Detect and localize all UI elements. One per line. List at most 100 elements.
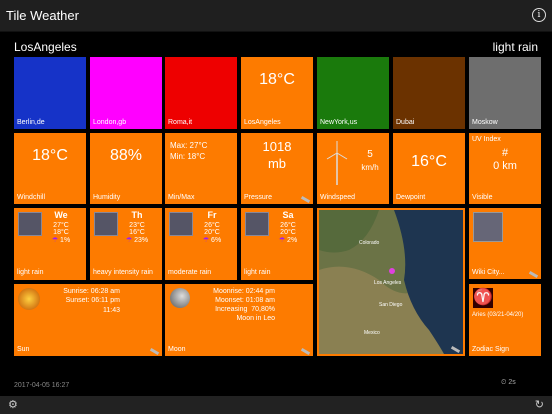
- edit-icon[interactable]: [528, 270, 539, 279]
- forecast-day: Sa: [282, 210, 294, 220]
- info-icon[interactable]: i: [532, 8, 546, 22]
- sunrise: Sunrise: 06:28 am: [63, 288, 120, 295]
- forecast-tile[interactable]: Sa 26°C 20°C ☂ 2% light rain: [241, 208, 313, 280]
- wind-tile[interactable]: 5 km/h Windspeed: [317, 133, 389, 204]
- city-label: NewYork,us: [320, 119, 358, 126]
- city-tile[interactable]: NewYork,us: [317, 57, 389, 129]
- edit-icon[interactable]: [149, 347, 160, 356]
- timer-value: 2s: [508, 379, 516, 386]
- aries-icon: ♈: [473, 288, 493, 308]
- map-tile[interactable]: Colorado Los Angeles San Diego Mexico: [317, 208, 465, 356]
- forecast-label: light rain: [17, 269, 44, 276]
- weather-icon: [245, 212, 269, 236]
- forecast-low: 20°C: [204, 229, 220, 236]
- forecast-high: 23°C: [129, 222, 145, 229]
- city-temp: 18°C: [259, 71, 295, 88]
- city-tile[interactable]: Dubai: [393, 57, 465, 129]
- forecast-label: light rain: [244, 269, 271, 276]
- timer-icon[interactable]: ⏲ 2s: [501, 379, 516, 387]
- forecast-high: 26°C: [280, 222, 296, 229]
- wind-value: 5: [367, 149, 373, 160]
- umbrella-icon: ☂: [278, 237, 286, 244]
- forecast-rain-value: 2%: [287, 237, 298, 244]
- title-bar: Tile Weather i: [0, 0, 552, 32]
- weather-icon: [94, 212, 118, 236]
- forecast-rain: ☂ 6%: [199, 236, 225, 244]
- edit-icon[interactable]: [300, 195, 311, 204]
- dewpoint-label: Dewpoint: [396, 194, 426, 201]
- forecast-low: 16°C: [129, 229, 145, 236]
- forecast-low: 20°C: [280, 229, 296, 236]
- forecast-label: moderate rain: [168, 269, 212, 276]
- last-updated: 2017-04-05 16:27: [14, 382, 70, 389]
- humidity-label: Humidity: [93, 194, 121, 201]
- city-tile[interactable]: Moskow: [469, 57, 541, 129]
- moon-icon: [170, 288, 190, 308]
- forecast-rain: ☂ 2%: [275, 236, 301, 244]
- forecast-high: 27°C: [53, 222, 69, 229]
- moon-trend: Increasing: [215, 306, 248, 313]
- weather-icon: [169, 212, 193, 236]
- app-title: Tile Weather: [6, 8, 79, 23]
- map-place-label: Mexico: [364, 330, 380, 336]
- minmax-label: Min/Max: [168, 194, 195, 201]
- pressure-value: 1018: [262, 139, 292, 154]
- forecast-day: We: [54, 210, 68, 220]
- moon-tile[interactable]: Moonrise: 02:44 pm Moonset: 01:08 am Inc…: [165, 284, 313, 356]
- wind-label: Windspeed: [320, 194, 356, 201]
- map-place-label: Los Angeles: [374, 280, 402, 286]
- forecast-rain-value: 1%: [60, 237, 71, 244]
- dewpoint-value: 16°C: [411, 153, 447, 170]
- forecast-rain-value: 23%: [134, 237, 149, 244]
- zodiac-label: Zodiac Sign: [472, 346, 509, 353]
- edit-icon[interactable]: [300, 347, 311, 356]
- humidity-tile[interactable]: 88% Humidity: [90, 133, 162, 204]
- dewpoint-tile[interactable]: 16°C Dewpoint: [393, 133, 465, 204]
- pressure-tile[interactable]: 1018 mb Pressure: [241, 133, 313, 204]
- visible-value: 0 km: [493, 160, 517, 172]
- forecast-tile[interactable]: Fr 26°C 20°C ☂ 6% moderate rain: [165, 208, 237, 280]
- city-label: London,gb: [93, 119, 127, 126]
- forecast-tile[interactable]: Th 23°C 16°C ☂ 23% heavy intensity rain: [90, 208, 162, 280]
- windchill-tile[interactable]: 18°C Windchill: [14, 133, 86, 204]
- forecast-label: heavy intensity rain: [93, 269, 153, 276]
- settings-icon[interactable]: ⚙: [8, 398, 18, 411]
- moonrise: Moonrise: 02:44 pm: [213, 288, 275, 295]
- location-pin-icon: [389, 268, 395, 274]
- min-temp: Min: 18°C: [170, 152, 206, 161]
- visible-label: Visible: [472, 194, 493, 201]
- forecast-high: 26°C: [204, 222, 220, 229]
- current-condition: light rain: [492, 40, 538, 54]
- wiki-tile[interactable]: Wiki City...: [469, 208, 541, 279]
- sun-label: Sun: [17, 346, 30, 353]
- max-temp: Max: 27°C: [170, 141, 208, 150]
- minmax-tile[interactable]: Max: 27°C Min: 18°C Min/Max: [165, 133, 237, 204]
- wiki-label: Wiki City...: [472, 269, 505, 276]
- forecast-rain: ☂ 23%: [124, 236, 150, 244]
- city-tile[interactable]: 18°C LosAngeles: [241, 57, 313, 129]
- city-name: LosAngeles: [14, 40, 77, 54]
- pressure-label: Pressure: [244, 194, 273, 201]
- forecast-tile[interactable]: We 27°C 18°C ☂ 1% light rain: [14, 208, 86, 280]
- uv-visible-tile[interactable]: UV Index # 0 km Visible: [469, 133, 541, 204]
- moon-illumination: 70,80%: [251, 306, 275, 313]
- sun-tile[interactable]: Sunrise: 06:28 am Sunset: 06:11 pm 11:43…: [14, 284, 162, 356]
- moonset: Moonset: 01:08 am: [215, 297, 275, 304]
- weather-icon: [18, 212, 42, 236]
- forecast-day: Fr: [207, 210, 217, 220]
- windchill-label: Windchill: [17, 194, 46, 201]
- sun-icon: [18, 288, 40, 310]
- zodiac-tile[interactable]: ♈ Aries (03/21-04/20) Zodiac Sign: [469, 284, 541, 356]
- map-place-label: Colorado: [359, 240, 380, 246]
- humidity-value: 88%: [109, 147, 143, 164]
- map-place-label: San Diego: [379, 302, 403, 308]
- city-tile[interactable]: Berlin,de: [14, 57, 86, 129]
- wind-unit: km/h: [361, 163, 379, 172]
- city-label: LosAngeles: [244, 119, 281, 126]
- moon-phase: Moon in Leo: [236, 315, 275, 322]
- city-tile[interactable]: Roma,it: [165, 57, 237, 129]
- umbrella-icon: ☂: [51, 237, 59, 244]
- refresh-icon[interactable]: ↻: [535, 398, 544, 411]
- city-tile[interactable]: London,gb: [90, 57, 162, 129]
- wind-turbine-icon: [326, 141, 348, 185]
